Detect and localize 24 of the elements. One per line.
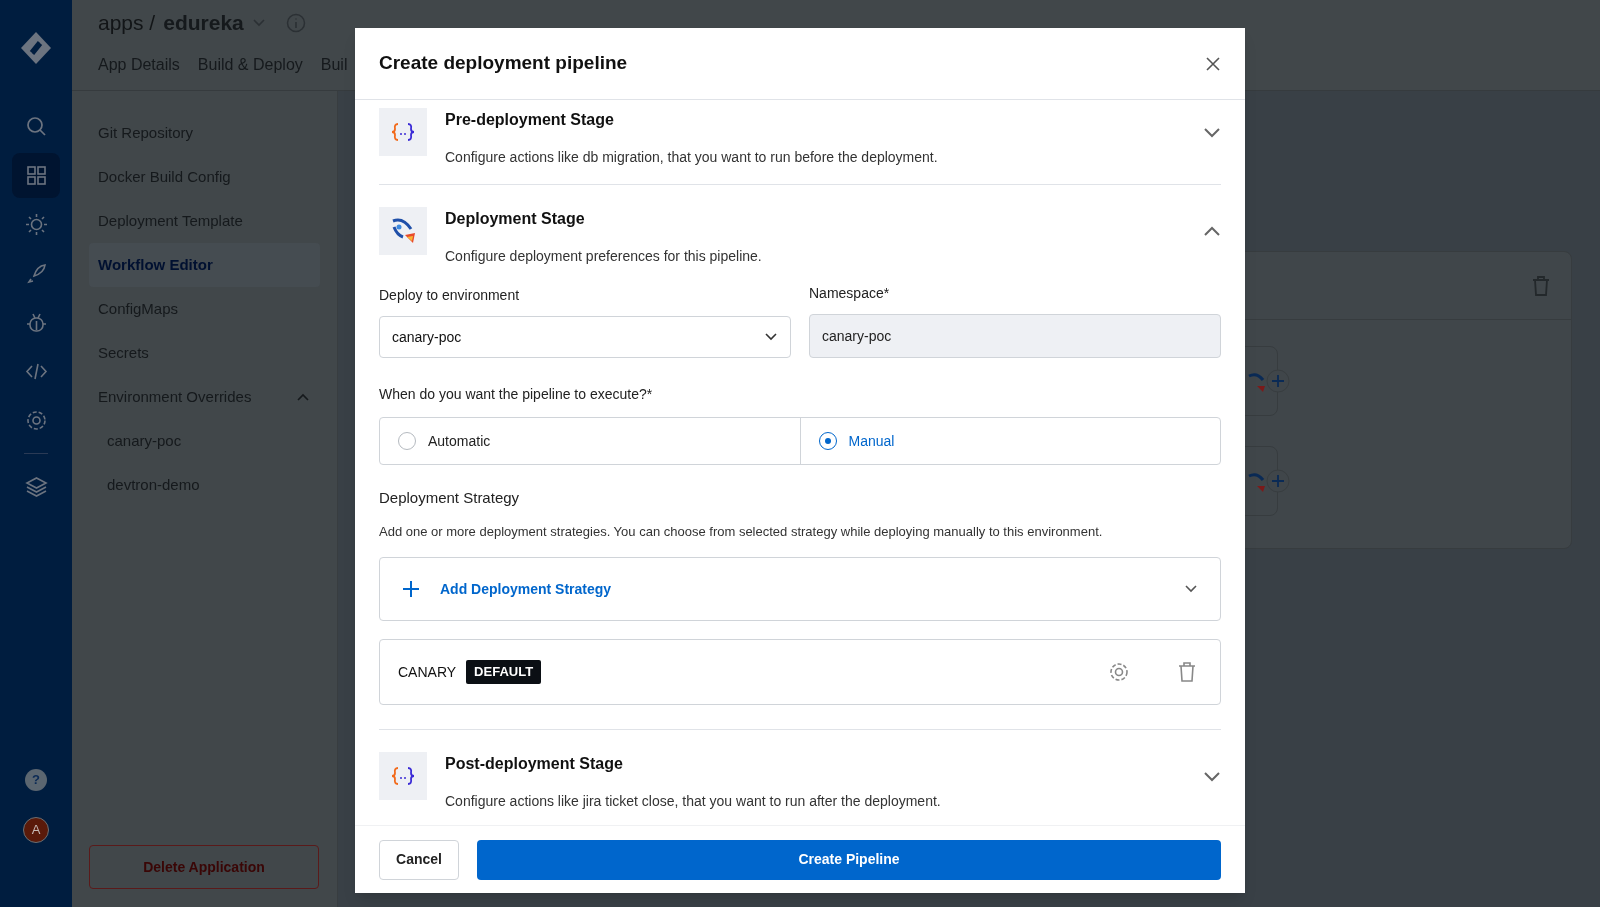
stage-title: Pre-deployment Stage — [445, 110, 615, 130]
radio-label[interactable]: Automatic — [428, 430, 491, 452]
stage-description: Configure actions like jira ticket close, that you want to run after the deployment. — [445, 792, 942, 811]
menu-item[interactable]: Workflow Editor — [89, 243, 320, 287]
radio-label[interactable]: Manual — [848, 430, 895, 452]
field-label: Namespace* — [809, 284, 891, 303]
stage-description: Configure actions like db migration, that you want to run before the deployment. — [445, 148, 939, 167]
stage-title: Post-deployment Stage — [445, 754, 624, 774]
user-avatar[interactable]: A — [23, 817, 49, 843]
default-badge: DEFAULT — [466, 660, 542, 684]
cancel-button[interactable]: Cancel — [379, 839, 459, 880]
modal-title: Create deployment pipeline — [379, 51, 628, 76]
section-title: Deployment Strategy — [379, 488, 521, 508]
strategy-name: CANARY — [398, 662, 457, 682]
section-description: Add one or more deployment strategies. You can choose from selected strategy while deploying manually to this environment. — [379, 522, 1104, 541]
stage-description: Configure deployment preferences for this pipeline. — [445, 247, 763, 266]
help-icon[interactable]: ? — [25, 769, 47, 791]
stage-title: Deployment Stage — [445, 209, 586, 229]
add-strategy-dropdown[interactable]: Add Deployment Strategy — [379, 557, 1221, 621]
field-label: When do you want the pipeline to execute?* — [379, 385, 654, 404]
environment-dropdown[interactable]: canary-poc — [379, 316, 791, 358]
create-pipeline-button[interactable]: Create Pipeline — [477, 839, 1221, 880]
delete-application-button[interactable]: Delete Application — [89, 845, 319, 889]
field-label: Deploy to environment — [379, 286, 521, 305]
